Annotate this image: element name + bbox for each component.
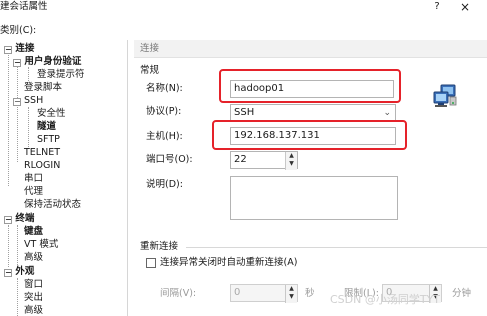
tree-item-auth[interactable]: − 用户身份验证 [13, 55, 81, 68]
window-title: 建会话属性 [0, 1, 48, 12]
collapse-toggle-icon[interactable]: − [4, 216, 12, 224]
chevron-down-icon: ⌄ [383, 108, 391, 118]
section-divider [186, 247, 487, 248]
tree-item-label: 终端 [15, 213, 35, 224]
spin-up-icon[interactable]: ▲ [430, 285, 441, 293]
tree-connector [17, 66, 18, 162]
tree-connector [17, 278, 18, 316]
tree-item-sftp[interactable]: SFTP [37, 133, 60, 146]
tree-item-terminal[interactable]: − 终端 [4, 212, 34, 225]
tree-connector [28, 107, 29, 149]
tree-item-label: SSH [24, 95, 44, 106]
port-spinner[interactable]: ▲ ▼ [285, 152, 297, 170]
port-input[interactable]: 22 ▲ ▼ [230, 151, 298, 170]
host-label: 主机(H): [146, 131, 183, 142]
panel-header: 连接 [134, 40, 487, 58]
auto-reconnect-label: 连接异常关闭时自动重新连接(A) [160, 257, 298, 268]
tree-item-connection[interactable]: − 连接 [4, 42, 34, 55]
spin-down-icon[interactable]: ▼ [286, 293, 297, 301]
tree-item-rlogin[interactable]: RLOGIN [24, 159, 60, 172]
tree-item-ssh[interactable]: − SSH [13, 94, 43, 107]
interval-value: 0 [234, 287, 241, 298]
watermark: CSDN @小汤同学TYT [330, 293, 441, 306]
auto-reconnect-checkbox[interactable] [146, 258, 156, 268]
description-textarea[interactable] [230, 176, 398, 220]
tree-item-tunnel[interactable]: 隧道 [37, 120, 56, 133]
port-label: 端口号(O): [146, 154, 193, 165]
name-highlight-box [219, 69, 401, 103]
spin-up-icon[interactable]: ▲ [286, 285, 297, 293]
interval-input[interactable]: 0 ▲ ▼ [230, 284, 298, 303]
collapse-toggle-icon[interactable]: − [13, 98, 21, 106]
tree-item-login-prompt[interactable]: 登录提示符 [37, 68, 85, 81]
category-tree[interactable]: − 连接 − 用户身份验证 登录提示符 登录脚本 − SSH 安全性 隧道 SF… [0, 40, 128, 316]
reconnect-section-label: 重新连接 [140, 241, 179, 252]
collapse-toggle-icon[interactable]: − [4, 46, 12, 54]
collapse-toggle-icon[interactable]: − [13, 59, 21, 67]
tree-item-serial[interactable]: 串口 [24, 172, 43, 185]
tree-item-label: 外观 [15, 266, 35, 277]
spin-down-icon[interactable]: ▼ [286, 160, 297, 168]
tree-item-telnet[interactable]: TELNET [24, 146, 60, 159]
tree-connector [28, 67, 29, 81]
name-label: 名称(N): [146, 83, 183, 94]
close-button[interactable]: × [458, 0, 472, 14]
tree-item-keyboard[interactable]: 键盘 [24, 225, 43, 238]
port-value: 22 [234, 154, 247, 165]
help-button[interactable]: ? [430, 0, 444, 14]
tree-item-label: 连接 [15, 43, 35, 54]
protocol-label: 协议(P): [146, 106, 182, 117]
category-label: 类别(C): [0, 25, 37, 36]
tree-item-highlight[interactable]: 突出 [24, 291, 43, 304]
network-computers-icon [433, 84, 457, 107]
interval-label: 间隔(V): [160, 288, 197, 299]
host-highlight-box [212, 120, 407, 150]
panel-title: 连接 [140, 43, 160, 54]
tree-item-appearance[interactable]: − 外观 [4, 265, 34, 278]
tree-item-appearance-advanced[interactable]: 高级 [24, 304, 43, 316]
limit-unit: 分钟 [452, 288, 472, 299]
tree-item-terminal-advanced[interactable]: 高级 [24, 251, 43, 264]
protocol-value: SSH [234, 107, 255, 118]
tree-item-login-script[interactable]: 登录脚本 [24, 81, 62, 94]
interval-spinner[interactable]: ▲ ▼ [285, 285, 297, 303]
tree-item-keepalive[interactable]: 保持活动状态 [24, 198, 81, 211]
collapse-toggle-icon[interactable]: − [4, 269, 12, 277]
tree-connector [17, 225, 18, 265]
spin-up-icon[interactable]: ▲ [286, 152, 297, 160]
general-section-label: 常规 [140, 65, 160, 76]
tree-item-proxy[interactable]: 代理 [24, 185, 43, 198]
tree-item-vt-mode[interactable]: VT 模式 [24, 238, 58, 251]
tree-item-security[interactable]: 安全性 [37, 107, 66, 120]
tree-item-window[interactable]: 窗口 [24, 278, 43, 291]
interval-unit: 秒 [305, 288, 315, 299]
tree-item-label: 用户身份验证 [24, 56, 82, 67]
description-label: 说明(D): [146, 179, 183, 190]
tree-connector [8, 225, 9, 267]
tree-connector [8, 52, 9, 186]
